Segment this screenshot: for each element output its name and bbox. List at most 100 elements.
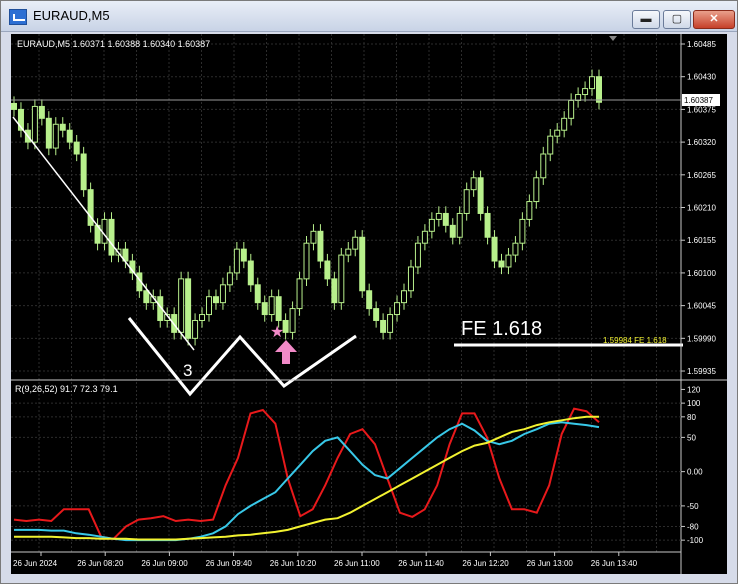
candle-body[interactable] xyxy=(512,242,519,256)
candle-body[interactable] xyxy=(317,230,324,262)
candle-body[interactable] xyxy=(38,105,45,119)
candle-body[interactable] xyxy=(212,296,219,304)
candle-body[interactable] xyxy=(219,284,226,304)
indicator-tick-label: 100 xyxy=(687,399,701,408)
candle-body[interactable] xyxy=(345,248,352,256)
candle-body[interactable] xyxy=(324,260,331,280)
candle-body[interactable] xyxy=(582,88,589,96)
price-tick-label: 1.60155 xyxy=(687,236,716,245)
candle-body[interactable] xyxy=(143,290,150,304)
close-button[interactable]: ✕ xyxy=(693,10,735,29)
candle-body[interactable] xyxy=(387,314,394,333)
candle-body[interactable] xyxy=(66,129,73,143)
candle-body[interactable] xyxy=(226,272,233,286)
candle-body[interactable] xyxy=(108,218,115,256)
candle-body[interactable] xyxy=(449,224,456,238)
candle-body[interactable] xyxy=(199,314,206,321)
candle-body[interactable] xyxy=(456,212,463,238)
candle-body[interactable] xyxy=(526,201,533,220)
candle-body[interactable] xyxy=(519,218,526,244)
current-price-label: 1.60387 xyxy=(684,96,713,105)
candle-body[interactable] xyxy=(206,296,212,316)
candle-body[interactable] xyxy=(470,177,477,191)
candle-body[interactable] xyxy=(359,236,366,292)
indicator-tick-label: -100 xyxy=(687,536,704,545)
candle-body[interactable] xyxy=(491,236,498,262)
candle-body[interactable] xyxy=(52,123,59,149)
time-tick-label: 26 Jun 13:40 xyxy=(591,559,638,568)
candle-body[interactable] xyxy=(185,278,192,339)
candle-body[interactable] xyxy=(73,141,80,155)
candle-body[interactable] xyxy=(366,290,373,310)
candle-body[interactable] xyxy=(289,308,296,333)
maximize-button[interactable]: ▢ xyxy=(663,10,691,29)
candle-body[interactable] xyxy=(435,212,442,220)
price-tick-label: 1.59990 xyxy=(687,334,716,343)
candle-body[interactable] xyxy=(59,123,66,131)
candle-body[interactable] xyxy=(442,212,449,226)
candle-body[interactable] xyxy=(401,290,407,304)
indicator-tick-label: 0.00 xyxy=(687,468,703,477)
candle-body[interactable] xyxy=(240,248,247,262)
candle-body[interactable] xyxy=(80,153,87,191)
candle-body[interactable] xyxy=(310,230,317,244)
candle-body[interactable] xyxy=(338,254,345,304)
price-tick-label: 1.59935 xyxy=(687,367,716,376)
chart-area[interactable]: EURAUD,M5 1.60371 1.60388 1.60340 1.6038… xyxy=(11,34,727,574)
time-tick-label: 26 Jun 10:20 xyxy=(270,559,317,568)
candle-body[interactable] xyxy=(554,129,561,137)
candle-body[interactable] xyxy=(484,212,491,238)
candle-body[interactable] xyxy=(261,302,268,316)
chart-canvas[interactable]: EURAUD,M5 1.60371 1.60388 1.60340 1.6038… xyxy=(11,34,727,574)
candle-body[interactable] xyxy=(547,135,554,155)
candle-body[interactable] xyxy=(303,242,310,280)
candle-body[interactable] xyxy=(268,296,275,316)
candle-body[interactable] xyxy=(568,99,575,119)
price-tick-label: 1.60045 xyxy=(687,302,716,311)
price-tick-label: 1.60430 xyxy=(687,73,716,82)
candle-body[interactable] xyxy=(505,254,512,268)
candle-body[interactable] xyxy=(477,177,484,214)
candle-body[interactable] xyxy=(414,242,421,268)
candle-body[interactable] xyxy=(352,236,359,250)
candle-body[interactable] xyxy=(463,189,470,214)
indicator-header: R(9,26,52) 91.7 72.3 79.1 xyxy=(15,384,118,394)
title-bar[interactable]: EURAUD,M5 ▬ ▢ ✕ xyxy=(1,1,737,32)
chart-window-icon xyxy=(9,9,27,25)
symbol-header: EURAUD,M5 1.60371 1.60388 1.60340 1.6038… xyxy=(17,39,210,49)
candle-body[interactable] xyxy=(233,248,240,274)
candle-body[interactable] xyxy=(407,266,414,292)
candle-body[interactable] xyxy=(45,117,52,149)
candle-body[interactable] xyxy=(540,153,547,179)
time-tick-label: 26 Jun 09:40 xyxy=(206,559,253,568)
time-tick-label: 26 Jun 09:00 xyxy=(141,559,188,568)
candle-body[interactable] xyxy=(589,76,596,90)
candle-body[interactable] xyxy=(11,102,17,110)
terminal-window: EURAUD,M5 ▬ ▢ ✕ EURAUD,M5 1.60371 1.6038… xyxy=(0,0,738,584)
candle-body[interactable] xyxy=(31,105,38,143)
time-tick-label: 26 Jun 11:40 xyxy=(398,559,444,568)
candle-body[interactable] xyxy=(101,218,108,244)
candle-body[interactable] xyxy=(561,117,568,131)
candle-body[interactable] xyxy=(421,230,428,244)
candle-body[interactable] xyxy=(275,296,282,321)
candle-body[interactable] xyxy=(254,284,261,304)
candle-body[interactable] xyxy=(373,308,380,321)
candle-body[interactable] xyxy=(178,278,185,333)
price-tick-label: 1.60265 xyxy=(687,171,716,180)
candle-body[interactable] xyxy=(394,302,401,316)
candle-body[interactable] xyxy=(296,278,303,310)
candle-body[interactable] xyxy=(247,260,254,286)
time-tick-label: 26 Jun 12:20 xyxy=(462,559,509,568)
candle-body[interactable] xyxy=(533,177,540,203)
price-tick-label: 1.60100 xyxy=(687,269,716,278)
candle-body[interactable] xyxy=(596,76,602,103)
price-tick-label: 1.60485 xyxy=(687,40,716,49)
candle-body[interactable] xyxy=(192,319,199,339)
candle-body[interactable] xyxy=(498,260,505,268)
candle-body[interactable] xyxy=(331,278,338,304)
price-tick-label: 1.60210 xyxy=(687,204,716,213)
candle-body[interactable] xyxy=(428,218,435,232)
candle-body[interactable] xyxy=(380,319,387,333)
minimize-button[interactable]: ▬ xyxy=(632,10,660,29)
